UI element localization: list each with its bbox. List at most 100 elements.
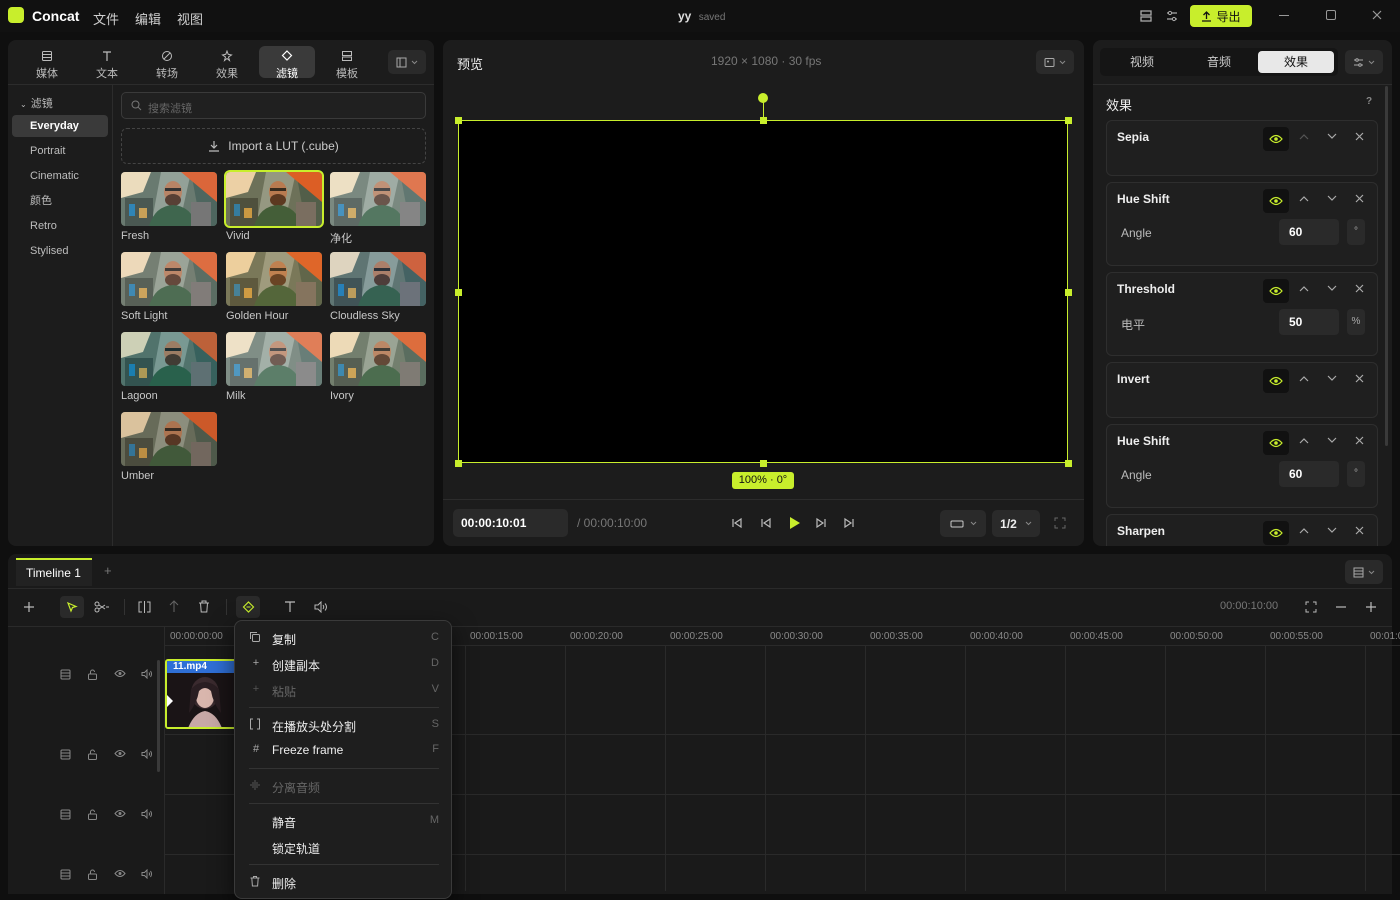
eye-icon[interactable]	[114, 749, 126, 758]
tab-text[interactable]: 文本	[79, 46, 135, 80]
move-down-icon[interactable]	[1327, 133, 1337, 140]
settings-sliders-icon[interactable]	[1165, 9, 1179, 23]
filter-thumbnail[interactable]	[330, 252, 426, 306]
fit-timeline-icon[interactable]	[1305, 601, 1317, 613]
volume-icon[interactable]	[314, 601, 328, 613]
volume-icon[interactable]	[141, 809, 153, 819]
add-text-icon[interactable]	[284, 601, 296, 613]
resize-handle[interactable]	[1065, 289, 1072, 296]
toggle-visibility-button[interactable]	[1263, 369, 1289, 393]
filter-thumbnail[interactable]	[226, 332, 322, 386]
filter-thumbnail[interactable]	[224, 170, 324, 228]
tab-video[interactable]: 视频	[1104, 51, 1180, 73]
resize-handle[interactable]	[455, 460, 462, 467]
param-value-input[interactable]: 60	[1279, 461, 1339, 487]
move-down-icon[interactable]	[1327, 527, 1337, 534]
search-filters-input[interactable]: 搜索滤镜	[121, 92, 426, 119]
snapshot-button[interactable]	[1036, 50, 1074, 74]
menu-edit[interactable]: 编辑	[135, 9, 161, 28]
menu-item-paste[interactable]: + 粘贴 V	[249, 680, 439, 700]
timeline-tab[interactable]: Timeline 1	[16, 558, 92, 586]
menu-item-delete[interactable]: 删除	[249, 872, 439, 892]
resize-handle[interactable]	[455, 117, 462, 124]
eye-icon[interactable]	[114, 669, 126, 678]
move-up-icon[interactable]	[1299, 375, 1309, 382]
close-window-button[interactable]	[1371, 9, 1383, 21]
timeline-view-button[interactable]	[1345, 560, 1383, 584]
toggle-visibility-button[interactable]	[1263, 127, 1289, 151]
remove-effect-icon[interactable]	[1355, 374, 1364, 383]
filter-thumbnail[interactable]	[121, 412, 217, 466]
volume-icon[interactable]	[141, 869, 153, 879]
move-up-icon[interactable]	[1299, 195, 1309, 202]
resize-handle[interactable]	[760, 460, 767, 467]
step-forward-icon[interactable]	[815, 517, 827, 529]
toggle-visibility-button[interactable]	[1263, 521, 1289, 545]
move-down-icon[interactable]	[1327, 437, 1337, 444]
skip-end-icon[interactable]	[843, 517, 855, 529]
track-type-icon[interactable]	[60, 869, 71, 880]
tab-templates[interactable]: 模板	[319, 46, 375, 80]
play-icon[interactable]	[788, 516, 801, 530]
resize-handle[interactable]	[1065, 117, 1072, 124]
magnet-button[interactable]	[236, 596, 260, 618]
menu-item-mute[interactable]: 静音 M	[249, 811, 439, 831]
menu-item-duplicate[interactable]: + 创建副本 D	[249, 654, 439, 674]
lock-icon[interactable]	[87, 669, 98, 680]
resize-handle[interactable]	[1065, 460, 1072, 467]
param-value-input[interactable]: 60	[1279, 219, 1339, 245]
tab-effects[interactable]: 效果	[199, 46, 255, 80]
video-clip[interactable]: 11.mp4	[165, 659, 237, 729]
resize-handle[interactable]	[760, 117, 767, 124]
move-up-icon[interactable]	[1299, 527, 1309, 534]
menu-item-lock-track[interactable]: 锁定轨道	[249, 837, 439, 857]
quality-select[interactable]: 1/2	[992, 510, 1040, 537]
inspector-scrollbar[interactable]	[1385, 86, 1388, 446]
track-type-icon[interactable]	[60, 749, 71, 760]
filter-thumbnail[interactable]	[121, 172, 217, 226]
zoom-out-icon[interactable]	[1335, 601, 1347, 613]
category-stylised[interactable]: Stylised	[12, 240, 108, 262]
trash-icon[interactable]	[198, 600, 210, 613]
tab-transitions[interactable]: 转场	[139, 46, 195, 80]
preview-canvas[interactable]	[458, 120, 1068, 463]
menu-item-detach-audio[interactable]: 分离音频	[249, 776, 439, 796]
resize-handle[interactable]	[455, 289, 462, 296]
lock-icon[interactable]	[87, 749, 98, 760]
param-value-input[interactable]: 50	[1279, 309, 1339, 335]
import-lut-button[interactable]: Import a LUT (.cube)	[121, 128, 426, 164]
add-track-icon[interactable]	[23, 601, 35, 613]
move-down-icon[interactable]	[1327, 375, 1337, 382]
category-color[interactable]: 颜色	[12, 190, 108, 212]
move-up-icon[interactable]	[1299, 133, 1309, 140]
filter-thumbnail[interactable]	[121, 252, 217, 306]
category-portrait[interactable]: Portrait	[12, 140, 108, 162]
aspect-ratio-button[interactable]	[940, 510, 986, 537]
lock-icon[interactable]	[87, 809, 98, 820]
split-icon[interactable]	[138, 601, 151, 613]
move-up-icon[interactable]	[1299, 437, 1309, 444]
lock-icon[interactable]	[87, 869, 98, 880]
razor-icon[interactable]	[94, 601, 110, 613]
add-timeline-button[interactable]: +	[104, 563, 112, 578]
menu-item-split-at-playhead[interactable]: 在播放头处分割 S	[249, 715, 439, 735]
zoom-in-icon[interactable]	[1365, 601, 1377, 613]
category-everyday[interactable]: Everyday	[12, 115, 108, 137]
maximize-button[interactable]	[1326, 10, 1336, 20]
lift-icon[interactable]	[168, 600, 180, 613]
menu-item-copy[interactable]: 复制 C	[249, 628, 439, 648]
filter-thumbnail[interactable]	[226, 252, 322, 306]
layout-icon[interactable]	[1139, 9, 1153, 23]
move-up-icon[interactable]	[1299, 285, 1309, 292]
remove-effect-icon[interactable]	[1355, 436, 1364, 445]
export-button[interactable]: 导出	[1190, 5, 1252, 27]
track-type-icon[interactable]	[60, 809, 71, 820]
fullscreen-icon[interactable]	[1054, 517, 1066, 529]
tab-filters[interactable]: 滤镜	[259, 46, 315, 80]
menu-item-freeze-frame[interactable]: # Freeze frame F	[249, 740, 439, 760]
remove-effect-icon[interactable]	[1355, 284, 1364, 293]
panel-options-button[interactable]	[388, 50, 426, 74]
toggle-visibility-button[interactable]	[1263, 431, 1289, 455]
select-tool-button[interactable]	[60, 596, 84, 618]
move-down-icon[interactable]	[1327, 195, 1337, 202]
